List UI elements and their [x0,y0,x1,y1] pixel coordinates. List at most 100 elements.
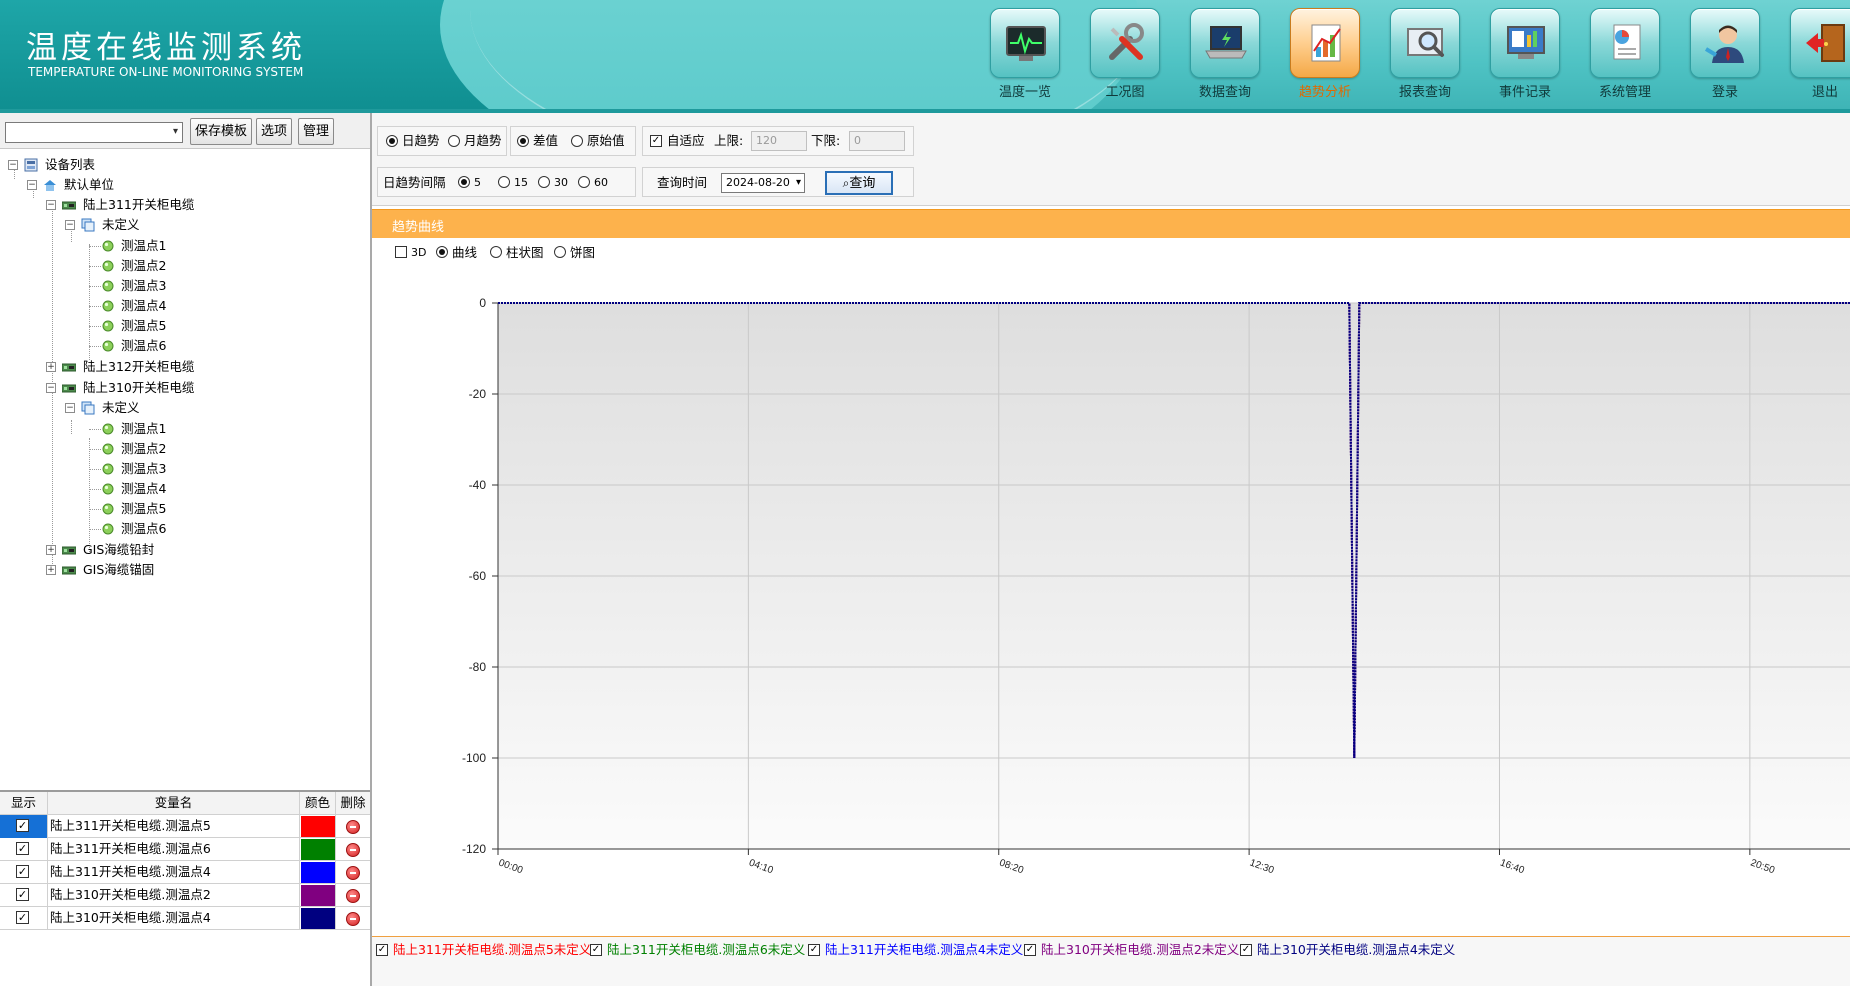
legend-checkbox[interactable]: ✓ [808,944,820,956]
color-swatch[interactable] [301,816,335,837]
nav-item-condition-diagram[interactable]: 工况图 [1085,6,1165,106]
nav-item-report-query[interactable]: 报表查询 [1385,6,1465,106]
table-row[interactable]: ✓ 陆上311开关柜电缆.测温点6 [0,838,370,861]
show-checkbox[interactable]: ✓ [16,819,29,832]
tree-node-point[interactable]: 测温点3 [101,276,301,296]
tree-node-gis-seal[interactable]: + GIS海缆铅封 [46,540,346,560]
collapse-toggle-icon[interactable]: − [65,220,75,230]
save-template-button[interactable]: 保存模板 [190,118,252,145]
manage-button[interactable]: 管理 [298,118,334,145]
tree-node-point[interactable]: 测温点4 [101,296,301,316]
tree-node-gis-anchor[interactable]: + GIS海缆锚固 [46,560,346,580]
template-select[interactable]: ▾ [5,122,183,143]
tree-connector [89,509,101,510]
nav-item-data-query[interactable]: 数据查询 [1185,6,1265,106]
table-row[interactable]: ✓ 陆上310开关柜电缆.测温点2 [0,884,370,907]
delete-icon[interactable] [346,843,360,857]
tree-node-point[interactable]: 测温点6 [101,519,301,539]
tree-node-point[interactable]: 测温点2 [101,256,301,276]
show-checkbox[interactable]: ✓ [16,865,29,878]
nav-item-exit[interactable]: 退出 [1785,6,1850,106]
tree-connector [89,438,90,554]
sensor-point-icon [102,300,114,312]
collapse-toggle-icon[interactable]: − [8,160,18,170]
collapse-toggle-icon[interactable]: − [65,403,75,413]
collapse-toggle-icon[interactable]: − [46,383,56,393]
curve-radio[interactable] [436,246,448,258]
tree-node-point[interactable]: 测温点1 [101,419,301,439]
bar-chart-radio[interactable] [490,246,502,258]
raw-value-label: 原始值 [587,133,625,148]
nav-label: 退出 [1811,85,1838,100]
nav-item-event-log[interactable]: 事件记录 [1485,6,1565,106]
legend-checkbox[interactable]: ✓ [1240,944,1252,956]
tree-node-cable-311[interactable]: − 陆上311开关柜电缆 [46,195,346,215]
query-button[interactable]: ⌕查询 [825,171,893,195]
diff-value-radio[interactable] [517,135,529,147]
tree-connector [89,429,101,430]
raw-value-radio[interactable] [571,135,583,147]
interval-5-radio[interactable] [458,176,470,188]
show-checkbox[interactable]: ✓ [16,888,29,901]
3d-checkbox[interactable] [395,246,407,258]
show-checkbox[interactable]: ✓ [16,842,29,855]
interval-30-radio[interactable] [538,176,550,188]
collapse-toggle-icon[interactable]: − [27,180,37,190]
delete-icon[interactable] [346,889,360,903]
nav-item-temperature-overview[interactable]: 温度一览 [985,6,1065,106]
interval-60-radio[interactable] [578,176,590,188]
color-swatch[interactable] [301,885,335,906]
interval-15-radio[interactable] [498,176,510,188]
app-window: 温度在线监测系统 TEMPERATURE ON-LINE MONITORING … [0,0,1850,986]
table-row[interactable]: ✓ 陆上311开关柜电缆.测温点4 [0,861,370,884]
daily-trend-radio[interactable] [386,135,398,147]
trend-section-title: 趋势曲线 [392,220,445,235]
legend-checkbox[interactable]: ✓ [590,944,602,956]
legend-checkbox[interactable]: ✓ [1024,944,1036,956]
color-swatch[interactable] [301,908,335,929]
tree-node-point[interactable]: 测温点1 [101,236,301,256]
expand-toggle-icon[interactable]: + [46,565,56,575]
tree-node-point[interactable]: 测温点5 [101,316,301,336]
trend-chart-icon [1311,24,1341,62]
nav-item-system-management[interactable]: 系统管理 [1585,6,1665,106]
tree-node-point[interactable]: 测温点6 [101,336,301,356]
tree-node-point[interactable]: 测温点3 [101,459,301,479]
delete-icon[interactable] [346,866,360,880]
nav-label: 登录 [1711,85,1738,100]
tree-label: 测温点3 [121,278,167,293]
expand-toggle-icon[interactable]: + [46,545,56,555]
table-row[interactable]: ✓ 陆上311开关柜电缆.测温点5 [0,815,370,838]
lower-limit-input[interactable]: 0 [849,131,905,151]
tree-node-point[interactable]: 测温点2 [101,439,301,459]
chevron-down-icon: ▾ [795,177,801,188]
nav-item-trend-analysis[interactable]: 趋势分析 [1285,6,1365,106]
tree-node-cable-312[interactable]: + 陆上312开关柜电缆 [46,357,346,377]
tree-node-device-list[interactable]: − 设备列表 [8,155,308,175]
adaptive-checkbox[interactable]: ✓ [650,135,662,147]
expand-toggle-icon[interactable]: + [46,362,56,372]
tree-node-point[interactable]: 测温点5 [101,499,301,519]
delete-icon[interactable] [346,912,360,926]
cabinet-icon [62,384,76,393]
nav-item-login[interactable]: 登录 [1685,6,1765,106]
table-row[interactable]: ✓ 陆上310开关柜电缆.测温点4 [0,907,370,930]
interval-60-label: 60 [594,176,608,189]
collapse-toggle-icon[interactable]: − [46,200,56,210]
color-swatch[interactable] [301,862,335,883]
upper-limit-input[interactable]: 120 [751,131,807,151]
tree-node-cable-310[interactable]: − 陆上310开关柜电缆 [46,378,346,398]
query-date-input[interactable]: 2024-08-20 ▾ [721,173,805,193]
options-button[interactable]: 选项 [256,118,292,145]
tree-node-point[interactable]: 测温点4 [101,479,301,499]
monthly-trend-radio[interactable] [448,135,460,147]
tree-node-default-unit[interactable]: − 默认单位 [27,175,327,195]
color-swatch[interactable] [301,839,335,860]
tree-node-undefined-310[interactable]: − 未定义 [65,398,365,418]
legend-checkbox[interactable]: ✓ [376,944,388,956]
pie-chart-radio[interactable] [554,246,566,258]
delete-icon[interactable] [346,820,360,834]
tree-node-undefined-311[interactable]: − 未定义 [65,215,365,235]
sensor-point-icon [102,423,114,435]
show-checkbox[interactable]: ✓ [16,911,29,924]
